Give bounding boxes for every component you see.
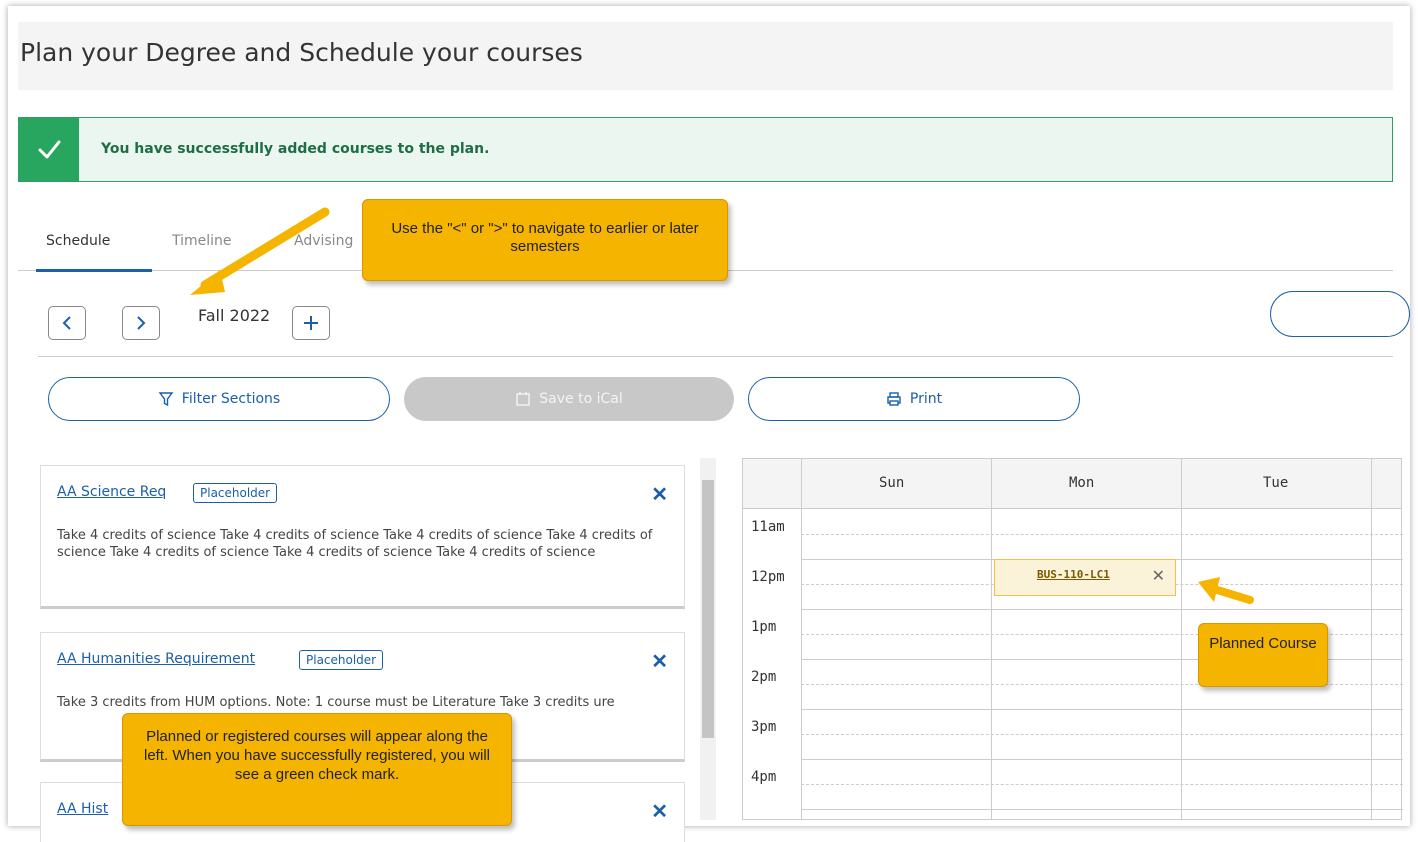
annotation-arrows — [190, 207, 1254, 604]
arrowhead-icon — [190, 270, 225, 295]
arrow-icon — [1210, 585, 1254, 604]
planned-course-callout: Planned Course — [1198, 623, 1328, 687]
arrowhead-icon — [1198, 577, 1220, 602]
left-panel-callout: Planned or registered courses will appea… — [122, 713, 512, 826]
arrow-icon — [200, 207, 330, 290]
nav-callout: Use the "<" or ">" to navigate to earlie… — [362, 199, 728, 281]
